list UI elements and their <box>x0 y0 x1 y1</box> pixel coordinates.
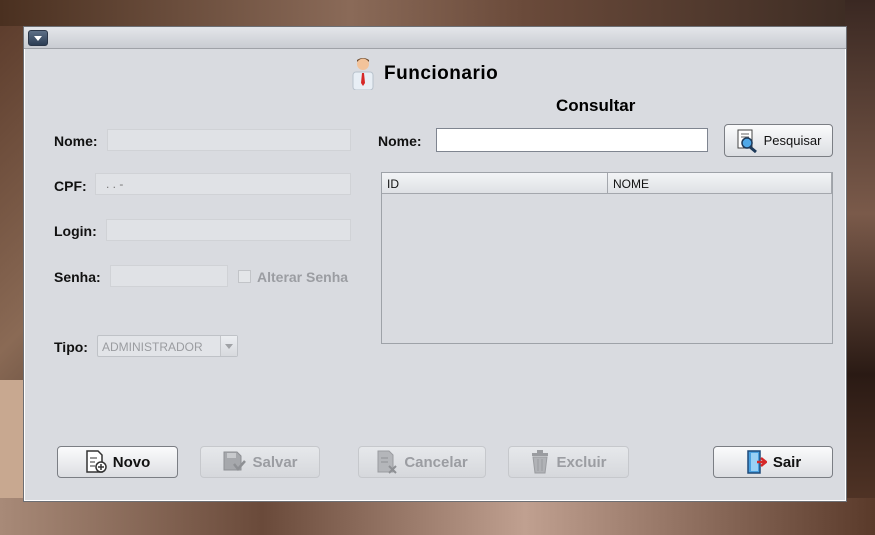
pesquisar-button[interactable]: Pesquisar <box>724 124 833 157</box>
column-header-nome[interactable]: NOME <box>608 173 832 194</box>
novo-label: Novo <box>112 453 151 471</box>
novo-button[interactable]: Novo <box>57 446 178 478</box>
window-title: Funcionario <box>384 63 499 84</box>
salvar-label: Salvar <box>252 453 298 471</box>
chevron-down-icon[interactable] <box>220 336 237 356</box>
nome-label: Nome: <box>54 133 98 149</box>
consultar-nome-label: Nome: <box>378 133 422 149</box>
login-field[interactable] <box>106 219 351 241</box>
dropdown-menu-icon[interactable] <box>28 30 48 46</box>
new-document-icon <box>85 450 107 474</box>
cpf-field[interactable]: . . - <box>95 173 351 195</box>
trash-icon <box>530 450 550 474</box>
excluir-label: Excluir <box>556 453 607 471</box>
title-bar <box>24 27 846 49</box>
column-header-id[interactable]: ID <box>382 173 608 194</box>
sair-label: Sair <box>772 453 802 471</box>
alterar-senha-checkbox[interactable] <box>238 270 251 283</box>
search-input[interactable] <box>436 128 708 152</box>
senha-field[interactable] <box>110 265 228 287</box>
background-desktop <box>0 498 875 535</box>
tipo-label: Tipo: <box>54 339 88 355</box>
cancel-document-icon <box>376 450 398 474</box>
tipo-select-value: ADMINISTRADOR <box>102 340 203 354</box>
search-document-icon <box>736 129 758 153</box>
exit-door-icon <box>745 450 767 474</box>
funcionario-window: Funcionario Nome: CPF: . . - Login: Senh… <box>23 26 847 502</box>
save-icon <box>222 450 247 474</box>
sair-button[interactable]: Sair <box>713 446 833 478</box>
login-label: Login: <box>54 223 97 239</box>
pesquisar-label: Pesquisar <box>763 133 822 148</box>
cancelar-button[interactable]: Cancelar <box>358 446 486 478</box>
results-table[interactable]: ID NOME <box>381 172 833 344</box>
nome-field[interactable] <box>107 129 351 151</box>
excluir-button[interactable]: Excluir <box>508 446 629 478</box>
alterar-senha-label: Alterar Senha <box>257 269 349 285</box>
employee-icon <box>351 56 375 90</box>
tipo-select[interactable]: ADMINISTRADOR <box>97 335 238 357</box>
consultar-heading: Consultar <box>556 96 636 115</box>
background-desktop <box>0 0 875 26</box>
senha-label: Senha: <box>54 269 101 285</box>
background-desktop <box>845 0 875 535</box>
cpf-label: CPF: <box>54 178 87 194</box>
cancelar-label: Cancelar <box>404 453 468 471</box>
salvar-button[interactable]: Salvar <box>200 446 320 478</box>
